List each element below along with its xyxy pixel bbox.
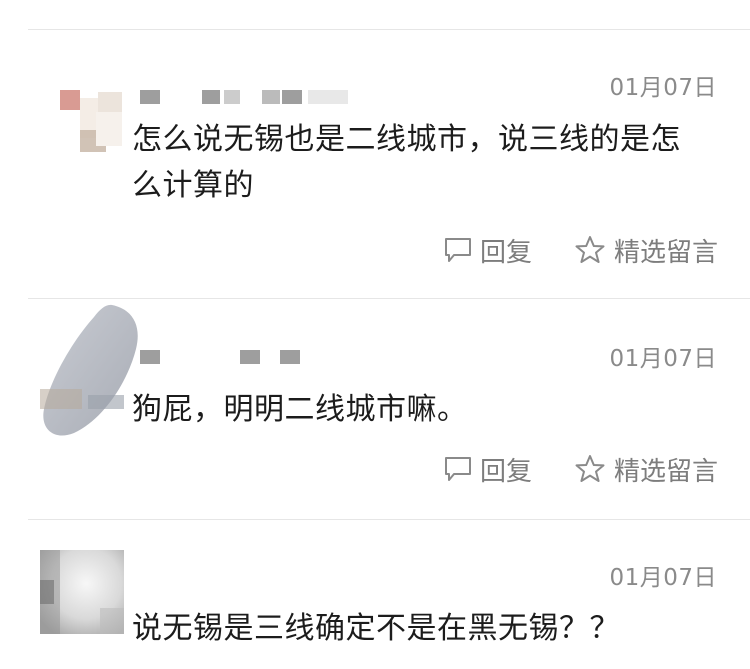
avatar[interactable] — [34, 299, 146, 439]
comment-date: 01月07日 — [609, 75, 717, 101]
avatar[interactable] — [36, 88, 128, 180]
username-redacted — [140, 90, 360, 114]
comment-actions: 回复 精选留言 — [442, 230, 718, 270]
reply-button[interactable]: 回复 — [442, 232, 532, 269]
comment-date: 01月07日 — [609, 565, 717, 591]
star-outline-icon — [574, 453, 614, 485]
comment-item: 01月07日 怎么说无锡也是二线城市，说三线的是怎么计算的 回复 精选留言 — [0, 30, 750, 298]
feature-comment-button[interactable]: 精选留言 — [574, 451, 718, 488]
feature-label: 精选留言 — [613, 237, 718, 268]
comment-item: 01月07日 说无锡是三线确定不是在黑无锡？？ — [0, 520, 750, 669]
reply-button[interactable]: 回复 — [442, 451, 532, 488]
star-outline-icon — [574, 234, 614, 266]
comment-text: 说无锡是三线确定不是在黑无锡？？ — [132, 611, 620, 646]
comment-date: 01月07日 — [609, 346, 717, 372]
comment-bubble-icon — [442, 454, 480, 484]
blurred-avatar-icon — [34, 299, 146, 439]
blurred-avatar-icon — [40, 550, 124, 634]
comment-text: 狗屁，明明二线城市嘛。 — [132, 392, 468, 427]
avatar[interactable] — [40, 550, 124, 634]
comment-bubble-icon — [442, 235, 480, 265]
blurred-avatar-icon — [36, 88, 128, 180]
comment-text: 怎么说无锡也是二线城市，说三线的是怎么计算的 — [132, 122, 681, 203]
username-redacted — [140, 350, 310, 374]
comment-item: 01月07日 狗屁，明明二线城市嘛。 回复 精选留言 — [0, 299, 750, 519]
reply-label: 回复 — [479, 237, 532, 268]
comment-actions: 回复 精选留言 — [442, 449, 718, 489]
feature-comment-button[interactable]: 精选留言 — [574, 232, 718, 269]
feature-label: 精选留言 — [613, 456, 718, 487]
reply-label: 回复 — [479, 456, 532, 487]
